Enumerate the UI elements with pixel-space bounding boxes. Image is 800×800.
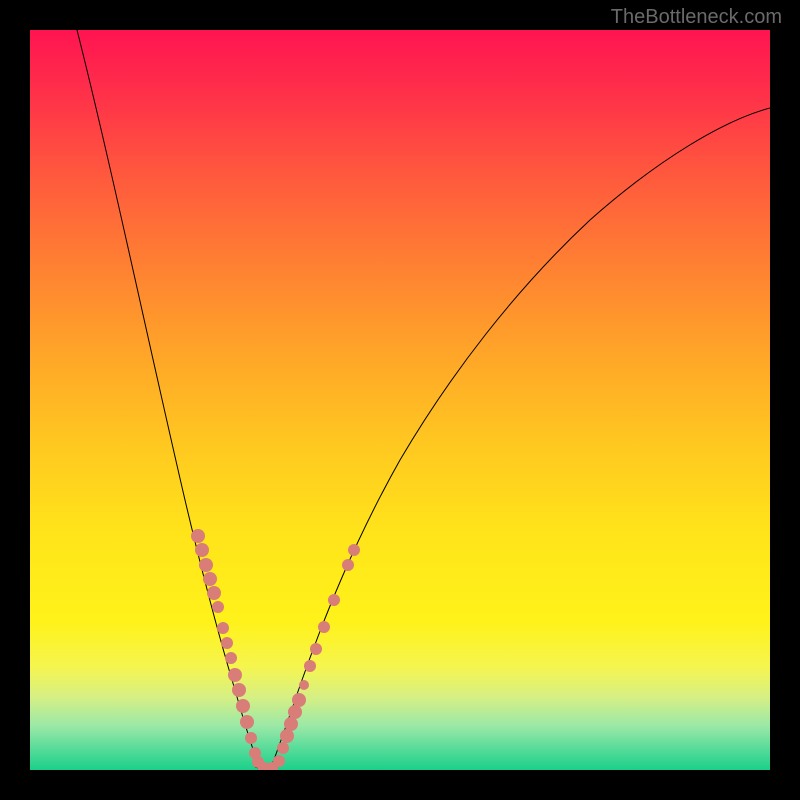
curve-layer [30,30,770,770]
curve-right-branch [270,108,770,770]
marker-cluster-left [191,529,278,770]
plot-area [30,30,770,770]
marker-cluster-right [273,544,360,767]
watermark-text: TheBottleneck.com [611,6,782,29]
chart-container: TheBottleneck.com [0,0,800,800]
